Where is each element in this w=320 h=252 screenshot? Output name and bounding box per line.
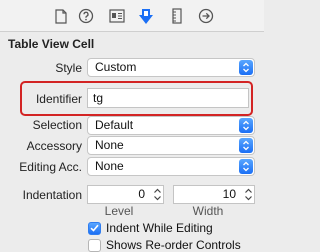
identifier-field[interactable]: tg xyxy=(87,88,249,108)
editing-acc-popup[interactable]: None xyxy=(87,157,255,176)
style-value: Custom xyxy=(95,60,137,74)
accessory-value: None xyxy=(95,138,124,152)
style-popup-chevron-icon xyxy=(239,60,253,75)
size-inspector-icon[interactable] xyxy=(168,7,186,25)
accessory-popup[interactable]: None xyxy=(87,136,255,155)
inspector-toolbar xyxy=(0,0,264,32)
connections-inspector-icon[interactable] xyxy=(197,7,215,25)
accessory-popup-chevron-icon xyxy=(239,138,253,153)
accessory-label: Accessory xyxy=(26,139,82,153)
checkmark-icon xyxy=(90,224,99,232)
shows-reorder-checkbox[interactable] xyxy=(88,238,101,252)
selection-value: Default xyxy=(95,118,134,132)
shows-reorder-row[interactable]: Shows Re-order Controls xyxy=(88,237,241,252)
indentation-width-field[interactable]: 10 xyxy=(173,185,255,204)
level-stepper-icon[interactable] xyxy=(153,187,162,202)
level-sublabel: Level xyxy=(104,204,134,218)
indent-while-editing-row[interactable]: Indent While Editing xyxy=(88,220,213,236)
width-stepper-icon[interactable] xyxy=(244,187,253,202)
identifier-label: Identifier xyxy=(35,92,82,106)
selection-popup[interactable]: Default xyxy=(87,116,255,135)
indentation-level-field[interactable]: 0 xyxy=(87,185,164,204)
indentation-label: Indentation xyxy=(22,188,82,202)
quick-help-icon[interactable] xyxy=(77,7,95,25)
selection-popup-chevron-icon xyxy=(239,118,253,133)
indentation-width-value: 10 xyxy=(222,187,236,201)
editing-acc-popup-chevron-icon xyxy=(239,159,253,174)
editing-acc-value: None xyxy=(95,159,124,173)
shows-reorder-label: Shows Re-order Controls xyxy=(106,238,241,252)
indent-while-editing-label: Indent While Editing xyxy=(106,221,213,235)
style-popup[interactable]: Custom xyxy=(87,58,255,77)
indentation-level-value: 0 xyxy=(138,187,145,201)
file-inspector-icon[interactable] xyxy=(52,7,70,25)
width-sublabel: Width xyxy=(192,204,224,218)
selection-label: Selection xyxy=(32,118,82,132)
indent-while-editing-checkbox[interactable] xyxy=(88,221,101,235)
identity-inspector-icon[interactable] xyxy=(108,7,126,25)
attributes-inspector-icon[interactable] xyxy=(137,7,155,25)
section-title: Table View Cell xyxy=(8,37,95,51)
editing-acc-label: Editing Acc. xyxy=(19,160,82,174)
style-label: Style xyxy=(55,61,82,75)
